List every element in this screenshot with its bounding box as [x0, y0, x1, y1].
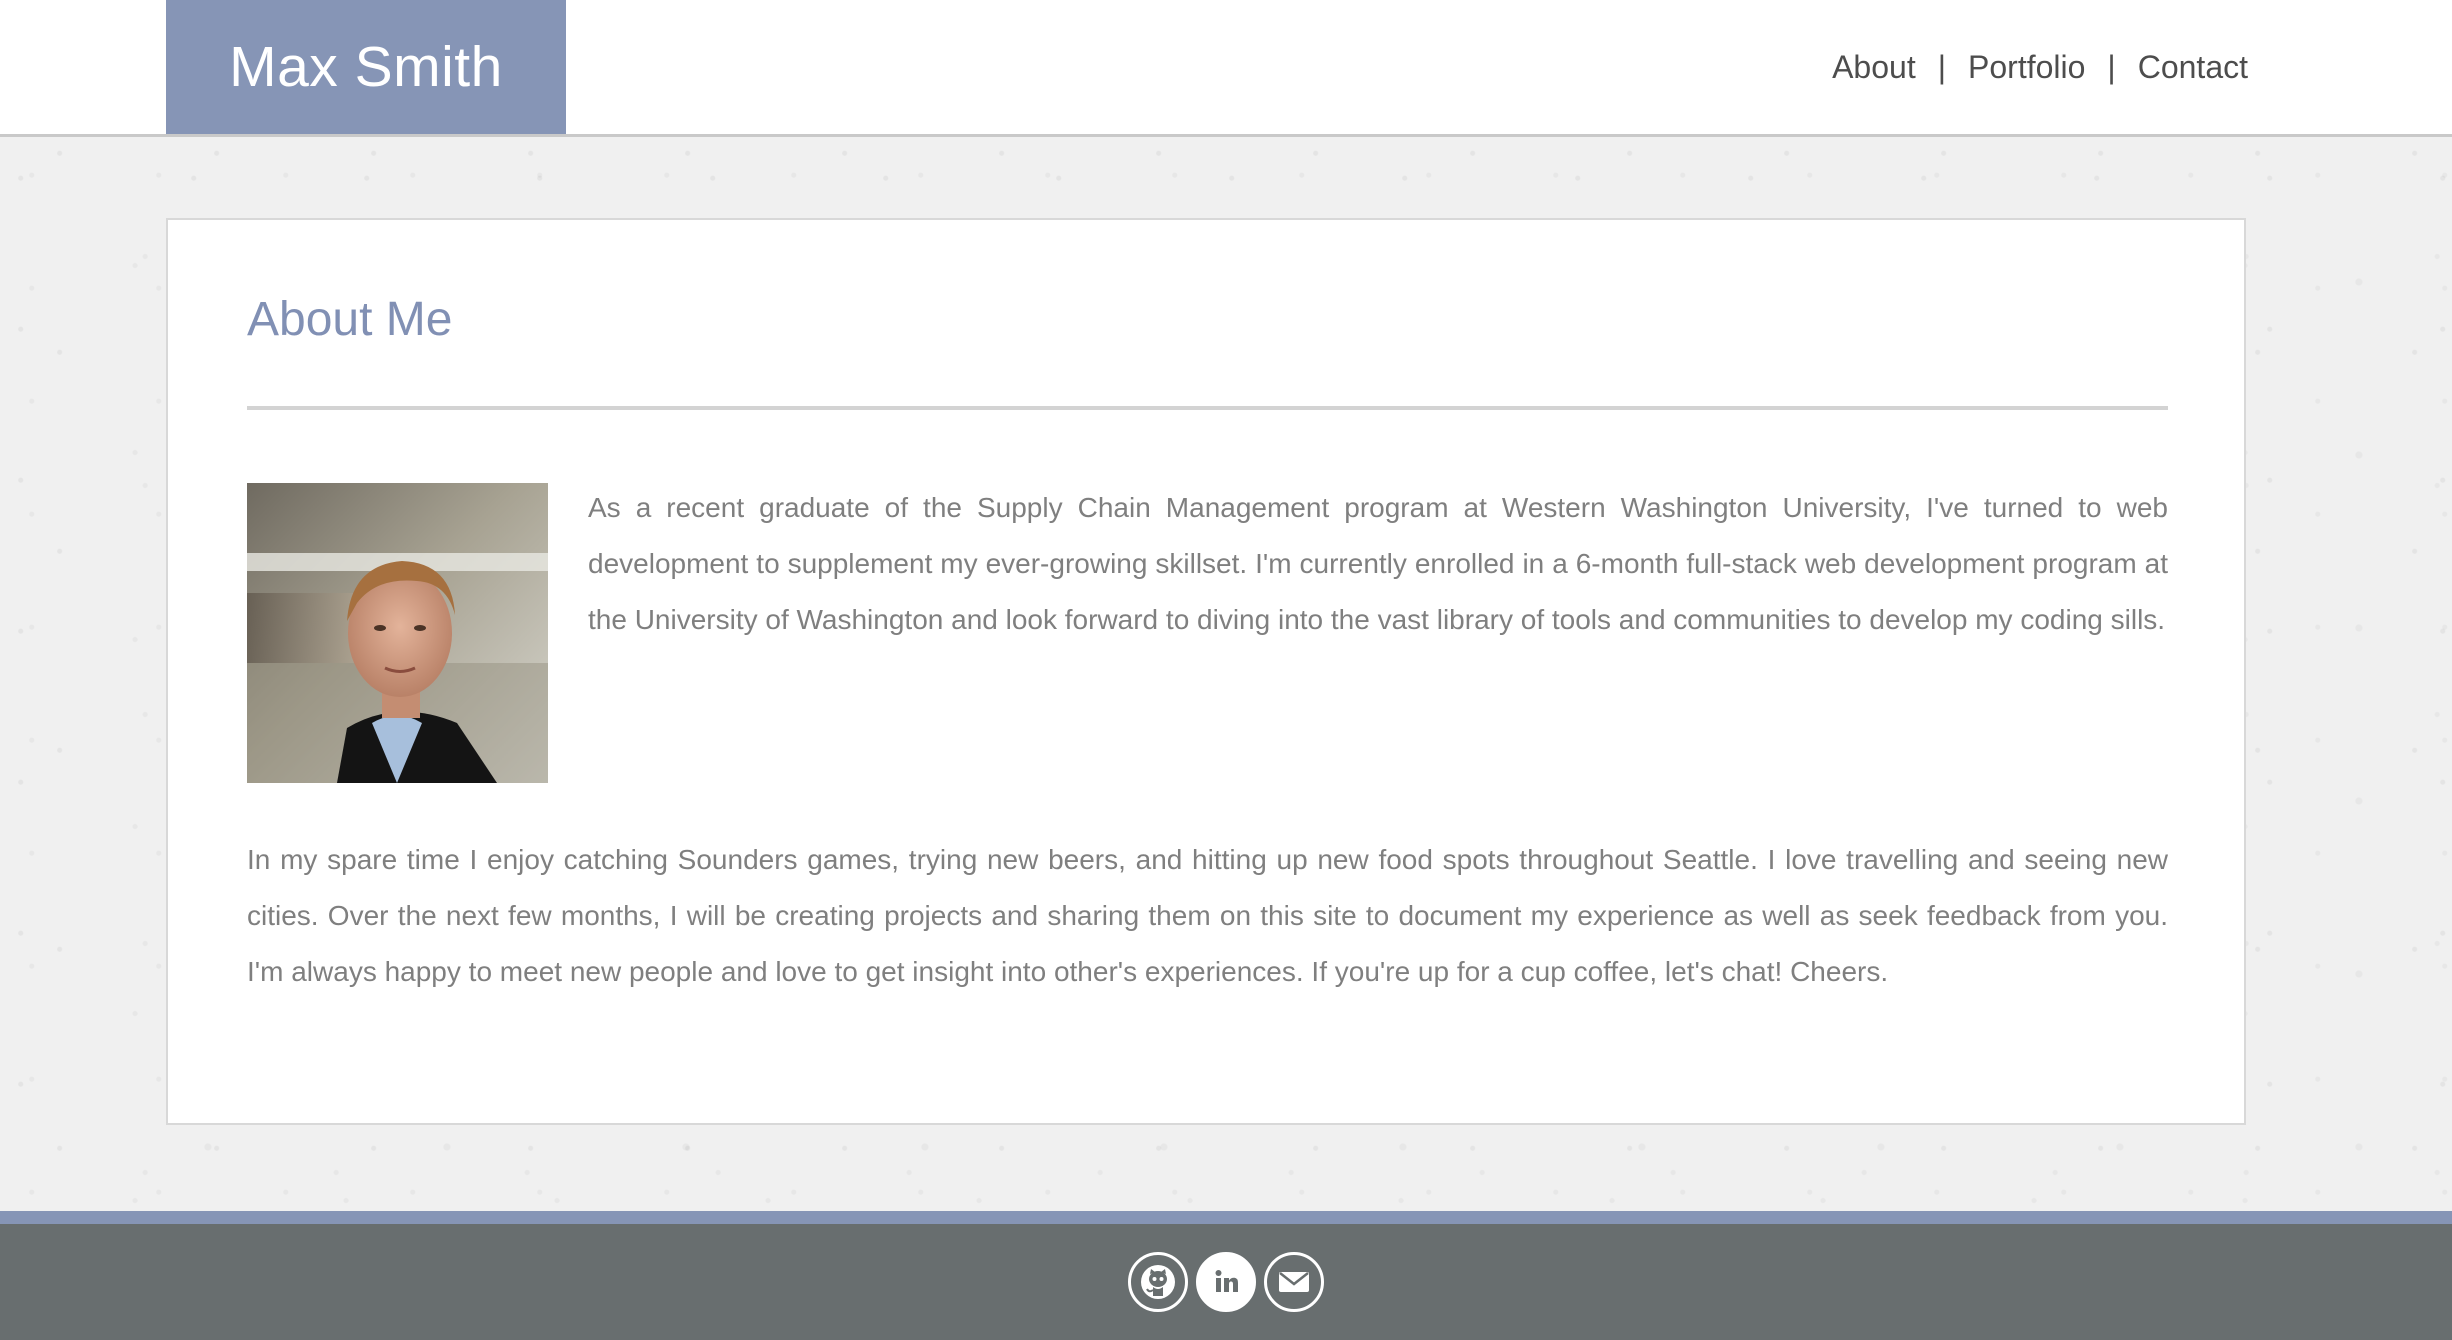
nav-separator: |	[1937, 48, 1947, 85]
nav-separator: |	[2107, 48, 2116, 85]
site-header: Max Smith About | Portfolio | Contact	[0, 0, 2452, 137]
email-link[interactable]	[1264, 1252, 1324, 1312]
intro-paragraph: As a recent graduate of the Supply Chain…	[588, 492, 2168, 635]
github-icon	[1141, 1265, 1175, 1299]
about-card: About Me As a recent graduate of the Sup…	[166, 218, 2246, 1125]
spare-time-paragraph: In my spare time I enjoy catching Sounde…	[247, 844, 2168, 987]
title-divider	[247, 406, 2168, 410]
profile-photo	[247, 483, 548, 783]
linkedin-icon	[1215, 1270, 1238, 1292]
github-link[interactable]	[1128, 1252, 1188, 1312]
site-footer	[0, 1211, 2452, 1340]
linkedin-link[interactable]	[1196, 1252, 1256, 1312]
brand-name[interactable]: Max Smith	[229, 34, 503, 100]
nav-link-about[interactable]: About	[1832, 49, 1916, 86]
email-icon	[1279, 1272, 1309, 1292]
brand-block[interactable]: Max Smith	[166, 0, 566, 134]
main-nav: About | Portfolio | Contact	[1832, 0, 2248, 134]
nav-link-contact[interactable]: Contact	[2138, 49, 2248, 86]
profile-photo-image	[247, 483, 548, 783]
about-title: About Me	[247, 293, 453, 346]
nav-link-portfolio[interactable]: Portfolio	[1968, 49, 2085, 86]
